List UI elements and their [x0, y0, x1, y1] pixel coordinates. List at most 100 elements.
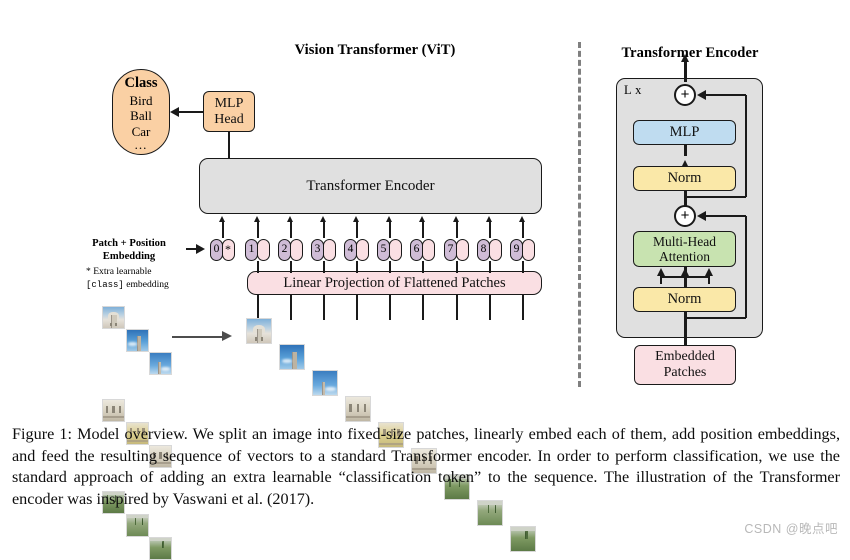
qkv-arrow-right — [704, 268, 713, 276]
cloud-shape — [325, 386, 337, 392]
window-shape — [363, 404, 367, 413]
flattened-patch-4 — [345, 396, 371, 422]
token-3-up-arrowhead — [320, 216, 327, 222]
token-4: 4 — [344, 239, 369, 261]
flattened-patch-9 — [510, 526, 536, 552]
class-token-star: * — [221, 239, 235, 261]
residual-skip-top-horizontal — [703, 94, 746, 96]
qkv-arrow-left — [656, 268, 665, 276]
source-image-cell-r0-c1 — [125, 329, 149, 352]
cloud-shape — [160, 366, 171, 371]
token-9: 9 — [510, 239, 535, 261]
token-6-embedding — [421, 239, 435, 261]
attention-line2: Attention — [659, 249, 710, 264]
mlp-head-to-encoder-line — [228, 132, 230, 159]
token-4-embedding — [355, 239, 369, 261]
token-8: 8 — [477, 239, 502, 261]
mlp-to-class-arrowhead — [170, 107, 179, 117]
token-3-embedding — [322, 239, 336, 261]
source-image-cell-r2-c1 — [125, 514, 149, 537]
token-6-to-projection-line — [422, 261, 424, 273]
token-6-up-stem — [422, 222, 424, 238]
mlp-to-class-line — [178, 111, 204, 113]
residual-add-bottom: + — [674, 205, 696, 227]
cloud-shape — [128, 342, 137, 346]
patch-7-to-projection-line — [456, 294, 458, 320]
horizon-band — [126, 515, 148, 519]
residual-skip-top-arrowhead — [697, 90, 706, 100]
token-3-to-projection-line — [323, 261, 325, 273]
mlp-to-add-line — [684, 144, 687, 156]
encoder-attention-box: Multi-Head Attention — [633, 231, 736, 267]
transformer-encoder-box: Transformer Encoder — [199, 158, 542, 214]
class-heading: Class — [124, 75, 158, 92]
embedded-patches-line1: Embedded — [655, 349, 715, 365]
attention-line1: Multi-Head — [653, 233, 716, 249]
residual-skip-bottom-tap — [684, 317, 746, 319]
token-5-up-stem — [389, 222, 391, 238]
window-shape — [109, 322, 112, 327]
patch-6-to-projection-line — [422, 294, 424, 320]
class-ellipsis: ... — [134, 137, 148, 153]
token-0: 0 * — [210, 239, 235, 261]
token-1-up-arrowhead — [254, 216, 261, 222]
token-7-up-arrowhead — [453, 216, 460, 222]
tower-shape — [137, 336, 142, 351]
horizon-band — [511, 527, 535, 531]
token-1-embedding — [256, 239, 270, 261]
encoder-norm-bottom-box: Norm — [633, 287, 736, 312]
qkv-right-stem — [708, 276, 710, 284]
token-7: 7 — [444, 239, 469, 261]
residual-skip-bottom-horizontal — [703, 215, 746, 217]
token-3-up-stem — [323, 222, 325, 238]
base-band — [346, 416, 370, 419]
patch-5-to-projection-line — [389, 294, 391, 320]
vit-figure: Vision Transformer (ViT) Class Bird Ball… — [0, 0, 850, 560]
tree-shape — [524, 530, 527, 539]
token-9-to-projection-line — [522, 261, 524, 273]
token-2: 2 — [278, 239, 303, 261]
token-5: 5 — [377, 239, 402, 261]
patch-3-to-projection-line — [323, 294, 325, 320]
embedded-to-norm-line — [684, 312, 687, 348]
residual-skip-bottom-arrowhead — [697, 211, 706, 221]
residual-skip-bottom-vertical — [745, 216, 747, 318]
embedded-patches-box: Embedded Patches — [634, 345, 736, 385]
token-4-up-stem — [356, 222, 358, 238]
window-shape — [261, 336, 264, 342]
window-shape — [118, 405, 121, 413]
linear-projection-box: Linear Projection of Flattened Patches — [247, 271, 542, 295]
flattened-patch-1 — [246, 318, 272, 344]
encoder-norm-top-box: Norm — [633, 166, 736, 191]
token-8-to-projection-line — [489, 261, 491, 273]
token-9-embedding — [521, 239, 535, 261]
window-shape — [115, 322, 118, 327]
window-shape — [349, 404, 352, 413]
token-2-up-stem — [290, 222, 292, 238]
flattened-patch-2 — [279, 344, 305, 370]
class-token-suffix: embedding — [123, 278, 169, 290]
pp-label-line1: Patch + Position — [92, 238, 166, 249]
extra-learnable-note-line1: * Extra learnable — [86, 266, 152, 277]
token-4-to-projection-line — [356, 261, 358, 273]
qkv-left-stem — [660, 276, 662, 284]
patch-9-to-projection-line — [522, 294, 524, 320]
class-item-bird: Bird — [129, 93, 153, 109]
token-8-embedding — [488, 239, 502, 261]
class-output-box: Class Bird Ball Car ... — [112, 69, 170, 155]
left-panel-title: Vision Transformer (ViT) — [294, 42, 456, 58]
token-2-embedding — [289, 239, 303, 261]
residual-add-top: + — [674, 84, 696, 106]
token-9-up-arrowhead — [519, 216, 526, 222]
patch-4-to-projection-line — [356, 294, 358, 320]
token-5-up-arrowhead — [386, 216, 393, 222]
source-image-cell-r1-c0 — [102, 398, 125, 422]
token-5-embedding — [388, 239, 402, 261]
token-5-to-projection-line — [389, 261, 391, 273]
class-item-ball: Ball — [130, 108, 152, 124]
patch-position-embedding-label: Patch + Position Embedding — [74, 238, 184, 263]
token-7-embedding — [455, 239, 469, 261]
token-8-up-arrowhead — [486, 216, 493, 222]
right-panel-title: Transformer Encoder — [621, 45, 759, 61]
source-image-cell-r0-c0 — [102, 306, 125, 329]
